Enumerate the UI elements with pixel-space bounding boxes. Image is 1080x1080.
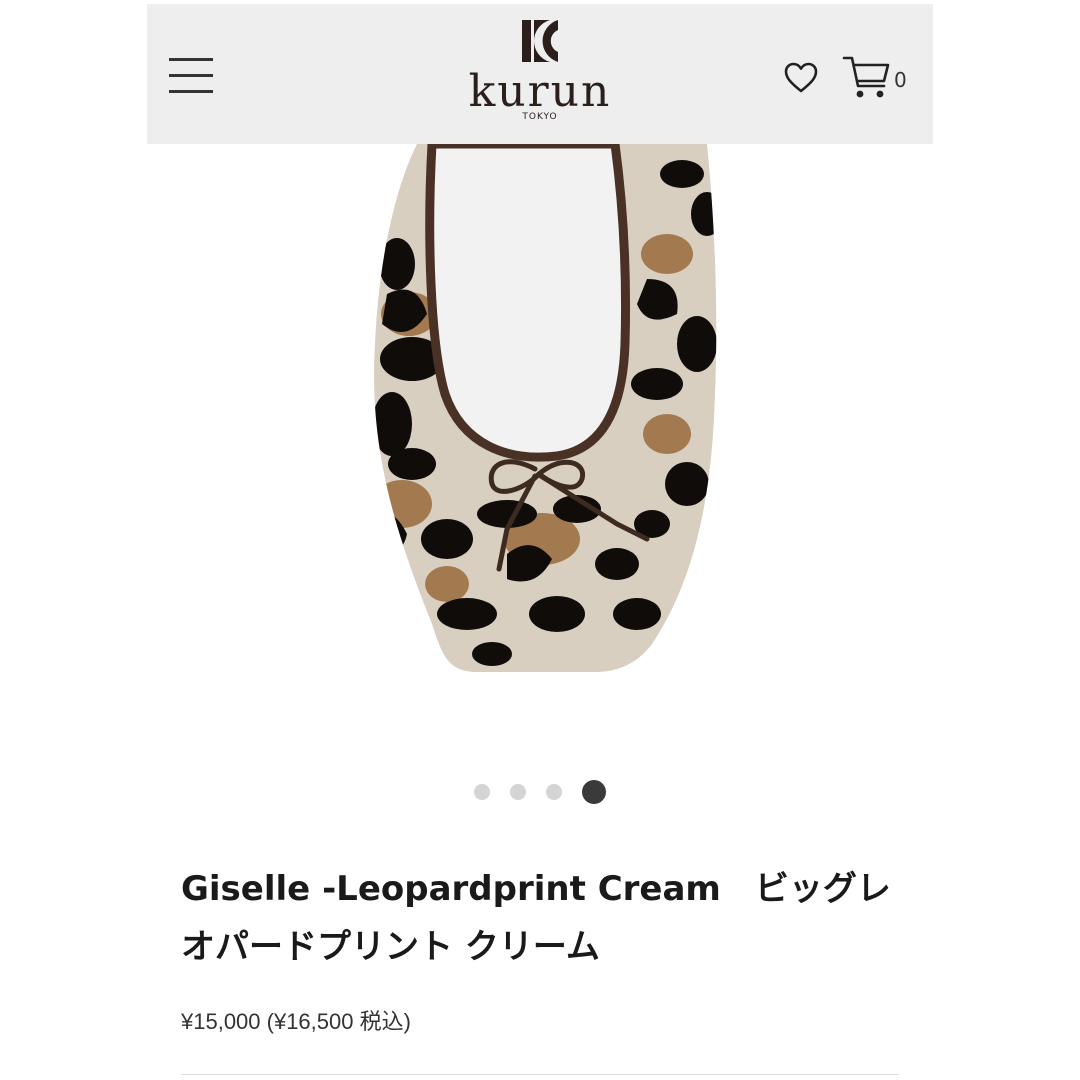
product-price: ¥15,000 (¥16,500 税込) xyxy=(181,1009,411,1034)
product-image xyxy=(374,144,717,672)
gallery-pagination xyxy=(147,778,933,806)
cart-count-badge: 0 xyxy=(894,68,907,92)
section-divider xyxy=(181,1074,899,1075)
gallery-dot-3[interactable] xyxy=(546,784,562,800)
gallery-dot-4-active[interactable] xyxy=(582,780,606,804)
site-header: kurun TOKYO 0 xyxy=(147,4,933,144)
app-screen: kurun TOKYO 0 Giselle -Leopardprint Crea… xyxy=(147,0,933,1080)
product-image-gallery[interactable] xyxy=(147,144,933,734)
logo-wordmark: kurun xyxy=(468,66,612,117)
cart-icon[interactable] xyxy=(841,52,893,104)
gallery-dot-1[interactable] xyxy=(474,784,490,800)
logo-mark-icon xyxy=(522,20,558,62)
heart-icon[interactable] xyxy=(783,60,819,96)
brand-logo[interactable]: kurun TOKYO xyxy=(457,18,623,134)
product-title: Giselle -Leopardprint Cream ビッグレオパードプリント… xyxy=(181,869,891,967)
gallery-dot-2[interactable] xyxy=(510,784,526,800)
hamburger-menu-icon[interactable] xyxy=(169,56,213,96)
